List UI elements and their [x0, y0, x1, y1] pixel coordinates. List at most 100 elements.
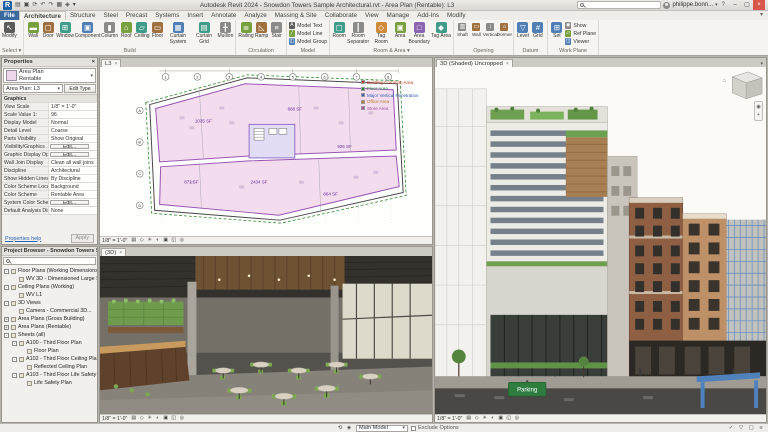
sun-path-icon[interactable]: ☀ — [146, 415, 153, 422]
model-text-button[interactable]: A Model Text — [288, 22, 322, 29]
modify-button[interactable]: ↖ Modify — [2, 21, 17, 40]
sun-path-icon[interactable]: ☀ — [146, 237, 153, 244]
tree-item[interactable]: - A103 - Third Floor Life Safety Plan — [2, 371, 97, 379]
shadows-icon[interactable]: ◐ — [154, 237, 161, 244]
tree-item[interactable]: Floor Plan — [2, 347, 97, 355]
ribbon-tab[interactable]: Systems — [151, 11, 183, 20]
property-row[interactable]: Parts Visibility Show Original — [2, 135, 97, 143]
tree-item[interactable]: + Area Plans (Rentable) — [2, 323, 97, 331]
shadows-icon[interactable]: ◐ — [489, 415, 496, 422]
ribbon-tab[interactable]: Insert — [183, 11, 207, 20]
worksets-icon[interactable]: ⟲ — [336, 425, 344, 431]
detail-level-icon[interactable]: ▤ — [465, 415, 472, 422]
view-scale[interactable]: 1/8" = 1'-0" — [102, 416, 127, 422]
maximize-button[interactable]: ▢ — [741, 0, 753, 10]
visual-style-icon[interactable]: ◇ — [138, 415, 145, 422]
ribbon-tab[interactable]: Add-Ins — [413, 11, 443, 20]
ribbon-collapse-icon[interactable]: ▾ — [757, 11, 766, 20]
tree-item[interactable]: Camera - Commercial 3D... — [2, 307, 97, 315]
selection-filter-icon[interactable]: ▽ — [737, 425, 745, 431]
tree-item[interactable]: - A102 - Third Floor Ceiling Plan — [2, 355, 97, 363]
floor-button[interactable]: ▭ Floor — [151, 21, 165, 40]
view-tab-3d-shaded[interactable]: 3D (Shaded) Uncropped × — [436, 59, 513, 67]
steering-wheel-icon[interactable]: ◉ — [756, 103, 760, 111]
property-row[interactable]: Wall Join Display Clean all wall joins — [2, 159, 97, 167]
tree-item[interactable]: - A100 - Third Floor Plan — [2, 339, 97, 347]
level-button[interactable]: ▽ Level — [516, 21, 530, 40]
view-scale[interactable]: 1/8" = 1'-0" — [437, 416, 462, 422]
model-group-button[interactable]: ◫ Model Group — [288, 38, 327, 45]
railing-button[interactable]: ≣ Railing — [238, 21, 254, 40]
interior-3d-canvas[interactable] — [100, 256, 432, 414]
property-row[interactable]: Visibility/Graphics ... Edit... — [2, 143, 97, 151]
reveal-hidden-icon[interactable]: ◎ — [513, 415, 520, 422]
expand-icon[interactable]: - — [12, 372, 17, 378]
edit-type-button[interactable]: Edit Type — [64, 84, 96, 93]
ribbon-tab[interactable]: Massing & Site — [271, 11, 321, 20]
ribbon-tab[interactable]: Annotate — [207, 11, 240, 20]
show-work-plane-button[interactable]: ◉ Show — [564, 22, 596, 29]
property-row[interactable]: Graphic Display Opti... Edit... — [2, 151, 97, 159]
close-button[interactable]: × — [753, 0, 765, 10]
crop-view-icon[interactable]: ▣ — [497, 415, 504, 422]
ceiling-button[interactable]: ▱ Ceiling — [134, 21, 150, 40]
close-tab-icon[interactable]: × — [114, 61, 117, 67]
property-row[interactable]: Scale Value 1: 96 — [2, 111, 97, 119]
tree-item[interactable]: - Ceiling Plans (Working) — [2, 283, 97, 291]
property-row[interactable]: Graphics — [2, 95, 97, 103]
crop-view-icon[interactable]: ▣ — [162, 237, 169, 244]
door-button[interactable]: ▢ Door — [41, 21, 55, 40]
area-boundary-button[interactable]: □ Area Boundary — [408, 21, 430, 45]
wall-button[interactable]: ▬ Wall — [26, 21, 40, 40]
vertical-opening-button[interactable]: ↕ Vertical — [483, 21, 498, 37]
stair-button[interactable]: ≡ Stair — [270, 21, 284, 40]
tree-item[interactable]: Life Safety Plan — [2, 379, 97, 387]
ribbon-tab[interactable]: File — [0, 11, 19, 20]
tag-area-button[interactable]: ◆ Tag Area — [431, 21, 451, 40]
properties-help-link[interactable]: Properties help — [5, 236, 41, 242]
show-crop-icon[interactable]: ◱ — [170, 237, 177, 244]
column-button[interactable]: ▮ Column — [101, 21, 118, 40]
detail-level-icon[interactable]: ▤ — [130, 415, 137, 422]
tree-item[interactable]: - Floor Plans (Working Dimensions) — [2, 267, 97, 275]
window-button[interactable]: ⊞ Window — [56, 21, 74, 40]
room-button[interactable]: ▢ Room — [332, 21, 346, 40]
minimize-button[interactable]: – — [729, 0, 741, 10]
tree-item[interactable]: WV 3D - Dimensioned Large Scale — [2, 275, 97, 283]
ribbon-tab[interactable]: Steel — [100, 11, 122, 20]
design-options-icon[interactable]: ◈ — [345, 425, 353, 431]
ribbon-tab[interactable]: Modify — [443, 11, 470, 20]
property-row[interactable]: Discipline Architectural — [2, 167, 97, 175]
visual-style-icon[interactable]: ◇ — [138, 237, 145, 244]
view-scale[interactable]: 1/8" = 1'-0" — [102, 238, 127, 244]
expand-icon[interactable]: + — [4, 324, 9, 330]
measure-icon[interactable]: ◈ — [64, 1, 71, 10]
detail-level-icon[interactable]: ▤ — [130, 237, 137, 244]
reveal-hidden-icon[interactable]: ◎ — [178, 237, 185, 244]
sync-icon[interactable]: ⟳ — [31, 1, 38, 10]
expand-icon[interactable]: - — [12, 340, 17, 346]
show-crop-icon[interactable]: ◱ — [505, 415, 512, 422]
background-processes-icon[interactable]: ≡ — [757, 425, 765, 431]
view-tab-l3[interactable]: L3 × — [101, 59, 122, 67]
mullion-button[interactable]: ╋ Mullion — [218, 21, 233, 40]
panel-label-select[interactable]: Select ▾ — [2, 47, 21, 55]
ribbon-tab[interactable]: View — [361, 11, 383, 20]
tag-room-button[interactable]: ◇ Tag Room — [370, 21, 392, 45]
tree-item[interactable]: Reflected Ceiling Plan — [2, 363, 97, 371]
editable-only-icon[interactable]: ✓ — [727, 425, 735, 431]
select-underlay-icon[interactable]: ▢ — [747, 425, 755, 431]
close-icon[interactable]: × — [92, 59, 95, 65]
ribbon-tab[interactable]: Structure — [66, 11, 100, 20]
tree-item[interactable]: WV L1 — [2, 291, 97, 299]
expand-icon[interactable]: - — [4, 332, 9, 338]
expand-icon[interactable]: - — [4, 284, 9, 290]
ribbon-tab[interactable]: Precast — [122, 11, 151, 20]
area-button[interactable]: ▣ Area — [393, 21, 407, 40]
ribbon-tab[interactable]: Manage — [383, 11, 414, 20]
customize-qat-icon[interactable]: ▾ — [72, 1, 77, 10]
expand-icon[interactable]: - — [12, 356, 17, 362]
view-tab-3d-camera[interactable]: (3D) × — [101, 248, 127, 256]
shaft-opening-button[interactable]: ▥ Shaft — [456, 21, 469, 37]
curtain-system-button[interactable]: ▦ Curtain System — [166, 21, 191, 45]
